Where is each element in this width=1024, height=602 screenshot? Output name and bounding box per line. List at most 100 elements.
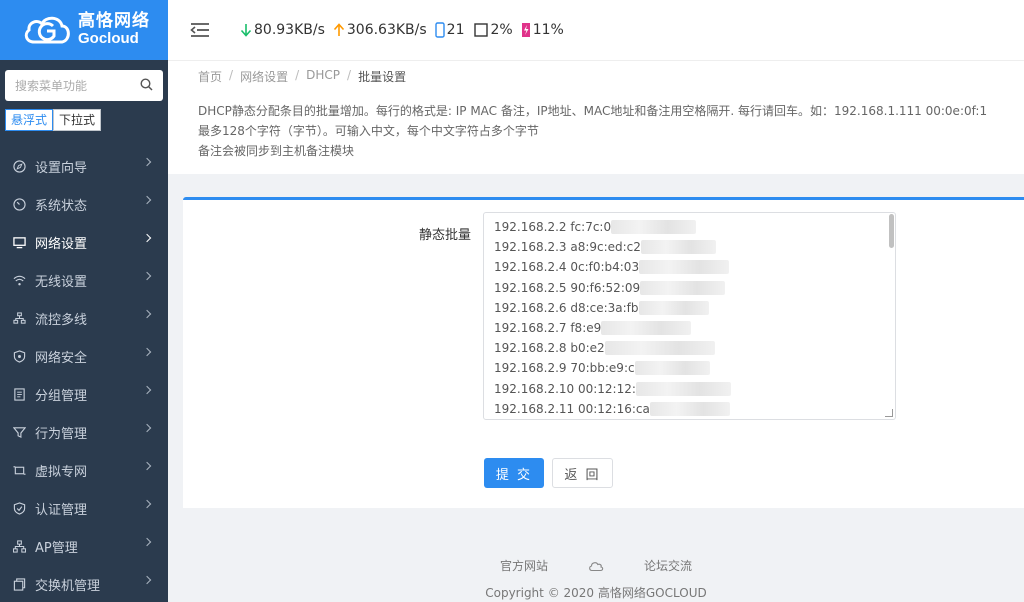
back-button[interactable]: 返 回 xyxy=(552,458,613,488)
upload-speed-value: 306.63KB/s xyxy=(346,22,427,38)
sidebar-menu: 设置向导 系统状态 网络设置 无线设置 流控多线 网络安全 分组管理 行为管理 … xyxy=(0,147,168,602)
sidebar-item-wireless-settings[interactable]: 无线设置 xyxy=(0,261,168,299)
forum-link[interactable]: 论坛交流 xyxy=(644,557,692,574)
cpu-usage: 2% xyxy=(473,22,513,38)
download-speed-value: 80.93KB/s xyxy=(254,22,325,38)
batch-form-card: 静态批量 192.168.2.2 fc:7c:0 192.168.2.3 a8:… xyxy=(183,197,1024,508)
description-line: 备注会被同步到主机备注模块 xyxy=(198,144,355,158)
static-batch-textarea[interactable]: 192.168.2.2 fc:7c:0 192.168.2.3 a8:9c:ed… xyxy=(483,212,896,420)
sidebar-item-setup-wizard[interactable]: 设置向导 xyxy=(0,147,168,185)
gocloud-logo-icon xyxy=(22,12,72,48)
sidebar-item-group-management[interactable]: 分组管理 xyxy=(0,375,168,413)
chevron-right-icon xyxy=(142,195,152,205)
textarea-content: 192.168.2.2 fc:7c:0 192.168.2.3 a8:9c:ed… xyxy=(494,217,731,419)
chevron-right-icon xyxy=(142,461,152,471)
memory-icon xyxy=(521,22,531,38)
breadcrumb-dhcp[interactable]: DHCP xyxy=(306,68,340,85)
blurred-region xyxy=(634,361,710,376)
connection-count-value: 21 xyxy=(446,22,465,38)
copyright: Copyright © 2020 高恪网络GOCLOUD xyxy=(168,584,1024,601)
sidebar-item-flow-control[interactable]: 流控多线 xyxy=(0,299,168,337)
sidebar-item-ap-management[interactable]: AP管理 xyxy=(0,527,168,565)
textarea-scrollbar[interactable] xyxy=(889,214,894,248)
mode-dropdown-button[interactable]: 下拉式 xyxy=(53,109,102,131)
logo[interactable]: 高恪网络 Gocloud xyxy=(0,0,168,60)
blurred-region xyxy=(638,300,709,315)
sidebar-item-label: 交换机管理 xyxy=(35,578,101,594)
textarea-line: 192.168.2.10 00:12:12: xyxy=(494,379,731,399)
sidebar-item-system-status[interactable]: 系统状态 xyxy=(0,185,168,223)
check-shield-icon xyxy=(12,501,26,515)
copyright-text: 2020 高恪网络GOCLOUD xyxy=(563,586,707,600)
sidebar-item-label: 系统状态 xyxy=(35,198,88,214)
blurred-region xyxy=(639,260,730,275)
sidebar-item-network-settings[interactable]: 网络设置 xyxy=(0,223,168,261)
sidebar-item-network-security[interactable]: 网络安全 xyxy=(0,337,168,375)
sidebar-item-label: 网络安全 xyxy=(35,350,88,366)
menu-search xyxy=(5,70,163,101)
cpu-usage-value: 2% xyxy=(490,22,513,38)
official-site-link[interactable]: 官方网站 xyxy=(500,557,548,574)
monitor-icon xyxy=(12,235,26,249)
search-icon[interactable] xyxy=(140,76,153,95)
sidebar-item-label: 设置向导 xyxy=(35,160,88,176)
static-batch-label: 静态批量 xyxy=(419,228,472,243)
brand-name-cn: 高恪网络 xyxy=(78,11,150,32)
description-line: DHCP静态分配条目的批量增加。每行的格式是: IP MAC 备注，IP地址、M… xyxy=(198,104,988,118)
upload-speed: 306.63KB/s xyxy=(333,22,427,38)
chevron-right-icon xyxy=(142,575,152,585)
blurred-region xyxy=(604,341,715,356)
textarea-line: 192.168.2.7 f8:e9 xyxy=(494,318,731,338)
blurred-region xyxy=(640,280,726,295)
status-bar: 80.93KB/s 306.63KB/s 21 2% 11% xyxy=(240,22,572,38)
resize-handle-icon[interactable] xyxy=(885,409,893,417)
funnel-icon xyxy=(12,425,26,439)
menu-search-input[interactable] xyxy=(15,78,140,93)
breadcrumb-home[interactable]: 首页 xyxy=(198,68,222,85)
submit-button[interactable]: 提 交 xyxy=(484,458,544,488)
chevron-right-icon xyxy=(142,499,152,509)
blurred-region xyxy=(649,401,730,416)
sidebar-item-label: 认证管理 xyxy=(35,502,88,518)
tree-icon xyxy=(12,539,26,553)
copyright-symbol-icon: © xyxy=(547,586,560,600)
sidebar-item-label: 行为管理 xyxy=(35,426,88,442)
breadcrumb-network-settings[interactable]: 网络设置 xyxy=(240,68,288,85)
gauge-icon xyxy=(12,197,26,211)
sidebar: 高恪网络 Gocloud 悬浮式 下拉式 设置向导 系统状态 网络设置 xyxy=(0,0,168,602)
document-icon xyxy=(12,387,26,401)
chevron-right-icon xyxy=(142,233,152,243)
download-speed: 80.93KB/s xyxy=(240,22,325,38)
blurred-region xyxy=(611,220,697,234)
chevron-right-icon xyxy=(142,309,152,319)
page-info-panel: 首页 / 网络设置 / DHCP / 批量设置 DHCP静态分配条目的批量增加。… xyxy=(168,60,1024,174)
textarea-line: 192.168.2.5 90:f6:52:09 xyxy=(494,278,731,298)
sidebar-collapse-icon[interactable] xyxy=(190,22,210,38)
chevron-right-icon xyxy=(142,385,152,395)
sidebar-item-label: AP管理 xyxy=(35,540,78,556)
cloud-icon xyxy=(588,560,604,572)
breadcrumb: 首页 / 网络设置 / DHCP / 批量设置 xyxy=(198,68,407,85)
sidebar-item-vpn[interactable]: 虚拟专网 xyxy=(0,451,168,489)
page-description: DHCP静态分配条目的批量增加。每行的格式是: IP MAC 备注，IP地址、M… xyxy=(198,101,987,161)
memory-usage-value: 11% xyxy=(532,22,564,38)
copy-icon xyxy=(12,577,26,591)
copyright-prefix: Copyright xyxy=(485,586,544,600)
textarea-line: 192.168.2.11 00:12:16:ca xyxy=(494,399,731,419)
breadcrumb-current: 批量设置 xyxy=(358,70,407,84)
blurred-region xyxy=(601,320,692,335)
chevron-right-icon xyxy=(142,423,152,433)
blurred-region xyxy=(640,240,716,255)
mode-float-button[interactable]: 悬浮式 xyxy=(5,109,54,131)
sidebar-item-auth-management[interactable]: 认证管理 xyxy=(0,489,168,527)
compass-icon xyxy=(12,159,26,173)
textarea-line: 192.168.2.2 fc:7c:0 xyxy=(494,217,731,237)
network-icon xyxy=(12,311,26,325)
wifi-icon xyxy=(12,273,26,287)
textarea-line: 192.168.2.3 a8:9c:ed:c2 xyxy=(494,237,731,257)
arrow-up-icon xyxy=(333,23,345,37)
sidebar-item-behavior-management[interactable]: 行为管理 xyxy=(0,413,168,451)
sidebar-item-switch-management[interactable]: 交换机管理 xyxy=(0,565,168,602)
phone-icon xyxy=(434,22,445,38)
textarea-line: 192.168.2.8 b0:e2 xyxy=(494,338,731,358)
